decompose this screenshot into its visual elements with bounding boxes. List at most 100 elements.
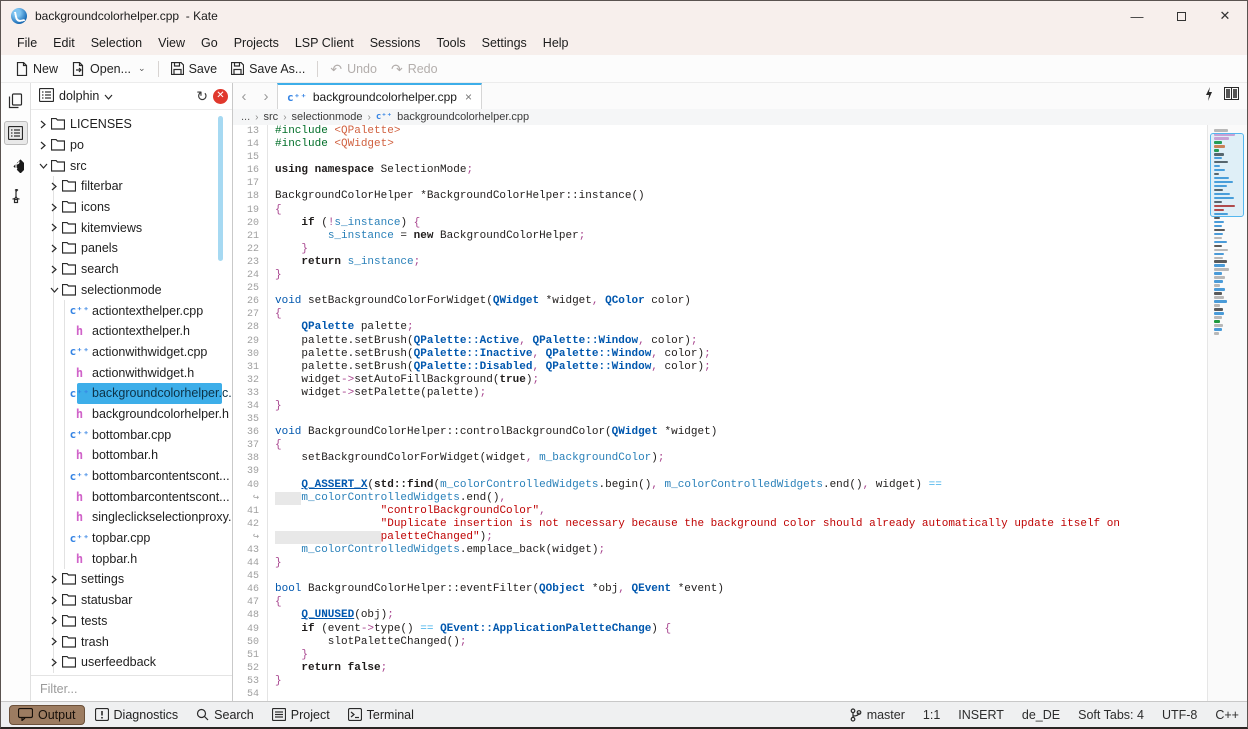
tree-file-actionwithwidget-cpp[interactable]: c⁺⁺actionwithwidget.cpp xyxy=(31,342,232,363)
tree-file-bottombar-h[interactable]: hbottombar.h xyxy=(31,445,232,466)
tree-folder-licenses[interactable]: LICENSES xyxy=(31,114,232,135)
output-panel-button[interactable]: Output xyxy=(9,705,85,725)
breadcrumb-[interactable]: ... xyxy=(241,111,250,123)
maximize-icon[interactable] xyxy=(1159,1,1203,31)
tree-file-topbar-cpp[interactable]: c⁺⁺topbar.cpp xyxy=(31,528,232,549)
arrow-right-icon[interactable] xyxy=(48,265,60,274)
breadcrumb-src[interactable]: src xyxy=(264,111,279,123)
tree-file-actionwithwidget-h[interactable]: hactionwithwidget.h xyxy=(31,362,232,383)
strip-symbols-icon[interactable] xyxy=(4,185,28,209)
tree-file-topbar-h[interactable]: htopbar.h xyxy=(31,548,232,569)
menu-projects[interactable]: Projects xyxy=(226,34,287,52)
arrow-right-icon[interactable] xyxy=(48,575,60,584)
arrow-right-icon[interactable] xyxy=(48,658,60,667)
redo-button[interactable]: ↷Redo xyxy=(384,59,445,79)
status-utf-8[interactable]: UTF-8 xyxy=(1162,708,1197,722)
search-panel-button[interactable]: Search xyxy=(188,706,262,724)
project-name[interactable]: dolphin xyxy=(59,89,99,103)
filter-input[interactable] xyxy=(31,676,232,701)
undo-button[interactable]: ↶Undo xyxy=(323,59,384,79)
tree-folder-icons[interactable]: icons xyxy=(31,197,232,218)
tree-folder-tests[interactable]: tests xyxy=(31,611,232,632)
arrow-down-icon[interactable] xyxy=(48,287,60,293)
tree-file-bottombarcontentscont[interactable]: c⁺⁺bottombarcontentscont... xyxy=(31,466,232,487)
minimize-icon[interactable]: — xyxy=(1115,1,1159,31)
arrow-right-icon[interactable] xyxy=(48,203,60,212)
menu-selection[interactable]: Selection xyxy=(83,34,150,52)
breadcrumb-backgroundcolorhelper-cpp[interactable]: backgroundcolorhelper.cpp xyxy=(397,111,529,123)
quick-open-icon[interactable] xyxy=(1204,87,1214,106)
strip-git-icon[interactable] xyxy=(4,153,28,177)
close-project-icon[interactable]: ✕ xyxy=(213,89,228,104)
minimap-viewport[interactable] xyxy=(1210,133,1244,217)
tree-folder-filterbar[interactable]: filterbar xyxy=(31,176,232,197)
status-soft-tabs-4[interactable]: Soft Tabs: 4 xyxy=(1078,708,1144,722)
menu-settings[interactable]: Settings xyxy=(474,34,535,52)
tree-folder-panels[interactable]: panels xyxy=(31,238,232,259)
tree-folder-po[interactable]: po xyxy=(31,135,232,156)
code-text: #include <QWidget> xyxy=(275,138,1207,151)
menu-edit[interactable]: Edit xyxy=(45,34,83,52)
tree-folder-src[interactable]: src xyxy=(31,155,232,176)
arrow-down-icon[interactable] xyxy=(37,163,49,169)
tree-file-backgroundcolorhelper-h[interactable]: hbackgroundcolorhelper.h xyxy=(31,404,232,425)
arrow-right-icon[interactable] xyxy=(48,596,60,605)
tree-folder-search[interactable]: search xyxy=(31,259,232,280)
status-1-1[interactable]: 1:1 xyxy=(923,708,940,722)
tree-folder-selectionmode[interactable]: selectionmode xyxy=(31,280,232,301)
chevron-down-icon[interactable] xyxy=(104,94,113,100)
tree-file-actiontexthelper-h[interactable]: hactiontexthelper.h xyxy=(31,321,232,342)
strip-documents-icon[interactable] xyxy=(4,89,28,113)
tree-folder-settings[interactable]: settings xyxy=(31,569,232,590)
menu-view[interactable]: View xyxy=(150,34,193,52)
arrow-right-icon[interactable] xyxy=(48,223,60,232)
new-button[interactable]: New xyxy=(9,59,65,79)
split-view-icon[interactable] xyxy=(1224,87,1239,105)
chevron-down-icon[interactable] xyxy=(104,89,113,103)
forward-icon[interactable]: › xyxy=(255,83,277,109)
save-as-button[interactable]: Save As... xyxy=(224,59,312,79)
arrow-right-icon[interactable] xyxy=(48,244,60,253)
tab-close-icon[interactable]: × xyxy=(465,90,472,104)
menu-file[interactable]: File xyxy=(9,34,45,52)
status-c[interactable]: C++ xyxy=(1215,708,1239,722)
reload-icon[interactable]: ↻ xyxy=(196,89,208,103)
back-icon[interactable]: ‹ xyxy=(233,83,255,109)
arrow-right-icon[interactable] xyxy=(48,616,60,625)
tree-folder-trash[interactable]: trash xyxy=(31,631,232,652)
tree-file-actiontexthelper-cpp[interactable]: c⁺⁺actiontexthelper.cpp xyxy=(31,300,232,321)
code-editor[interactable]: 13#include <QPalette>14#include <QWidget… xyxy=(233,125,1247,701)
arrow-right-icon[interactable] xyxy=(37,120,49,129)
tree-folder-userfeedback[interactable]: userfeedback xyxy=(31,652,232,673)
save-button[interactable]: Save xyxy=(164,59,225,79)
tab-backgroundcolorhelper[interactable]: c⁺⁺ backgroundcolorhelper.cpp × xyxy=(277,83,482,109)
minimap[interactable] xyxy=(1207,125,1247,701)
strip-projects-icon[interactable] xyxy=(4,121,28,145)
tree-file-singleclickselectionproxy[interactable]: hsingleclickselectionproxy... xyxy=(31,507,232,528)
diagnostics-panel-button[interactable]: Diagnostics xyxy=(87,706,187,724)
tree-file-bottombarcontentscont[interactable]: hbottombarcontentscont... xyxy=(31,486,232,507)
menu-help[interactable]: Help xyxy=(535,34,577,52)
menu-lsp-client[interactable]: LSP Client xyxy=(287,34,362,52)
tree-folder-statusbar[interactable]: statusbar xyxy=(31,590,232,611)
tree-folder-kitemviews[interactable]: kitemviews xyxy=(31,217,232,238)
tree-file-bottombar-cpp[interactable]: c⁺⁺bottombar.cpp xyxy=(31,424,232,445)
arrow-right-icon[interactable] xyxy=(48,182,60,191)
menu-go[interactable]: Go xyxy=(193,34,226,52)
project-panel-button[interactable]: Project xyxy=(264,706,338,724)
terminal-panel-button[interactable]: Terminal xyxy=(340,706,422,724)
breadcrumb-selectionmode[interactable]: selectionmode xyxy=(292,111,363,123)
arrow-right-icon[interactable] xyxy=(48,637,60,646)
menu-tools[interactable]: Tools xyxy=(428,34,473,52)
chevron-down-icon[interactable]: ⌄ xyxy=(138,63,146,74)
close-icon[interactable]: ✕ xyxy=(1203,1,1247,31)
tree-scrollbar[interactable] xyxy=(218,116,223,261)
arrow-right-icon[interactable] xyxy=(37,141,49,150)
tree-file-backgroundcolorhelper-c[interactable]: c⁺⁺backgroundcolorhelper.c... xyxy=(31,383,232,404)
status-de-de[interactable]: de_DE xyxy=(1022,708,1060,722)
titlebar[interactable]: backgroundcolorhelper.cpp - Kate — ✕ xyxy=(1,1,1247,31)
menu-sessions[interactable]: Sessions xyxy=(362,34,429,52)
open-button[interactable]: Open...⌄ xyxy=(65,59,153,79)
status-master[interactable]: master xyxy=(850,708,905,722)
status-insert[interactable]: INSERT xyxy=(958,708,1004,722)
